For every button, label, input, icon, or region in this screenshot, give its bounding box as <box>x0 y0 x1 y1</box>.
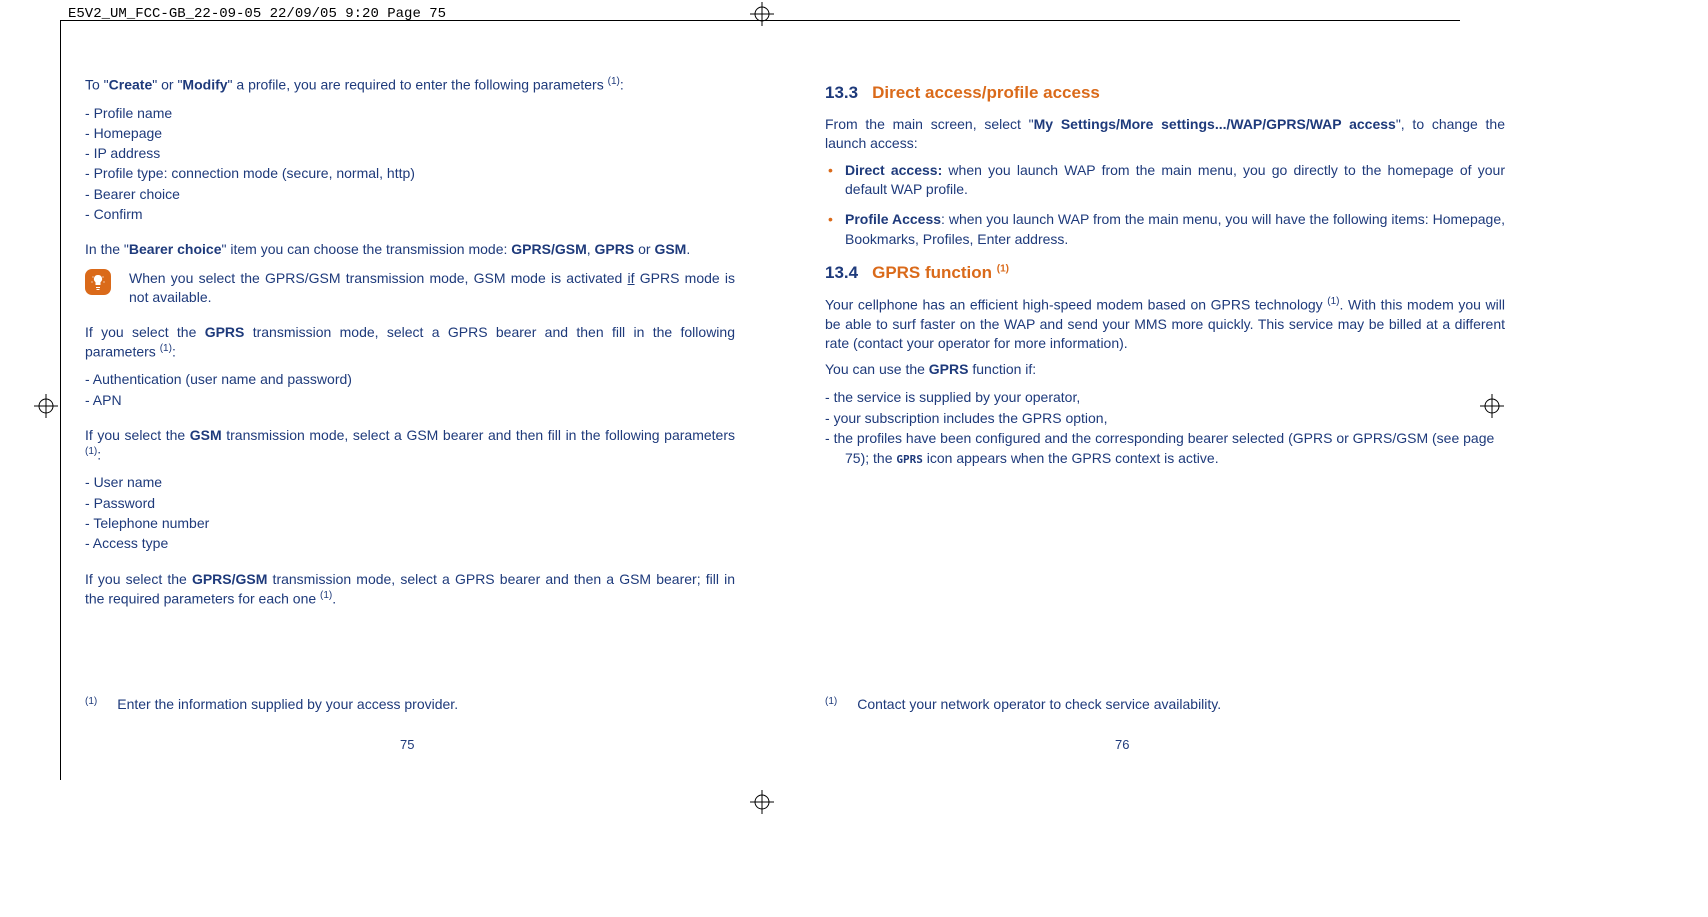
gprs-params-list: Authentication (user name and password) … <box>85 369 735 410</box>
registration-mark-icon <box>34 394 58 418</box>
registration-mark-icon <box>750 2 774 26</box>
section-13-3-intro: From the main screen, select "My Setting… <box>825 115 1505 153</box>
gprs-intro: If you select the GPRS transmission mode… <box>85 323 735 361</box>
intro-paragraph: To "Create" or "Modify" a profile, you a… <box>85 75 735 95</box>
list-item: IP address <box>85 143 735 163</box>
both-intro: If you select the GPRS/GSM transmission … <box>85 570 735 608</box>
page-76: 13.3Direct access/profile access From th… <box>825 75 1505 857</box>
crop-mark-vertical <box>60 20 61 780</box>
list-item: your subscription includes the GPRS opti… <box>825 408 1505 428</box>
list-item: Telephone number <box>85 513 735 533</box>
gsm-intro: If you select the GSM transmission mode,… <box>85 426 735 464</box>
list-item: Access type <box>85 533 735 553</box>
section-heading-13-4: 13.4GPRS function (1) <box>825 263 1505 283</box>
list-item: Direct access: when you launch WAP from … <box>825 161 1505 200</box>
gsm-params-list: User name Password Telephone number Acce… <box>85 472 735 553</box>
list-item: the service is supplied by your operator… <box>825 387 1505 407</box>
lightbulb-icon <box>85 269 111 295</box>
list-item: APN <box>85 390 735 410</box>
tip-row: When you select the GPRS/GSM transmissio… <box>85 269 735 307</box>
section-heading-13-3: 13.3Direct access/profile access <box>825 83 1505 103</box>
section-13-4-para: Your cellphone has an efficient high-spe… <box>825 295 1505 352</box>
list-item: Profile Access: when you launch WAP from… <box>825 210 1505 249</box>
list-item: Authentication (user name and password) <box>85 369 735 389</box>
footnote-left: (1) Enter the information supplied by yo… <box>85 696 735 712</box>
list-item: Homepage <box>85 123 735 143</box>
list-item: the profiles have been configured and th… <box>825 428 1505 469</box>
list-item: Profile type: connection mode (secure, n… <box>85 163 735 183</box>
list-item: Profile name <box>85 103 735 123</box>
profile-params-list: Profile name Homepage IP address Profile… <box>85 103 735 225</box>
list-item: Password <box>85 493 735 513</box>
bearer-paragraph: In the "Bearer choice" item you can choo… <box>85 240 735 259</box>
list-item: Bearer choice <box>85 184 735 204</box>
access-bullets: Direct access: when you launch WAP from … <box>825 161 1505 249</box>
page-number-left: 75 <box>400 737 414 752</box>
gprs-indicator-icon: GPRS <box>896 453 923 466</box>
list-item: User name <box>85 472 735 492</box>
page-number-right: 76 <box>1115 737 1129 752</box>
gprs-use-list: the service is supplied by your operator… <box>825 387 1505 468</box>
tip-text: When you select the GPRS/GSM transmissio… <box>129 269 735 307</box>
footnote-right: (1) Contact your network operator to che… <box>825 696 1505 712</box>
list-item: Confirm <box>85 204 735 224</box>
section-13-4-use: You can use the GPRS function if: <box>825 360 1505 379</box>
